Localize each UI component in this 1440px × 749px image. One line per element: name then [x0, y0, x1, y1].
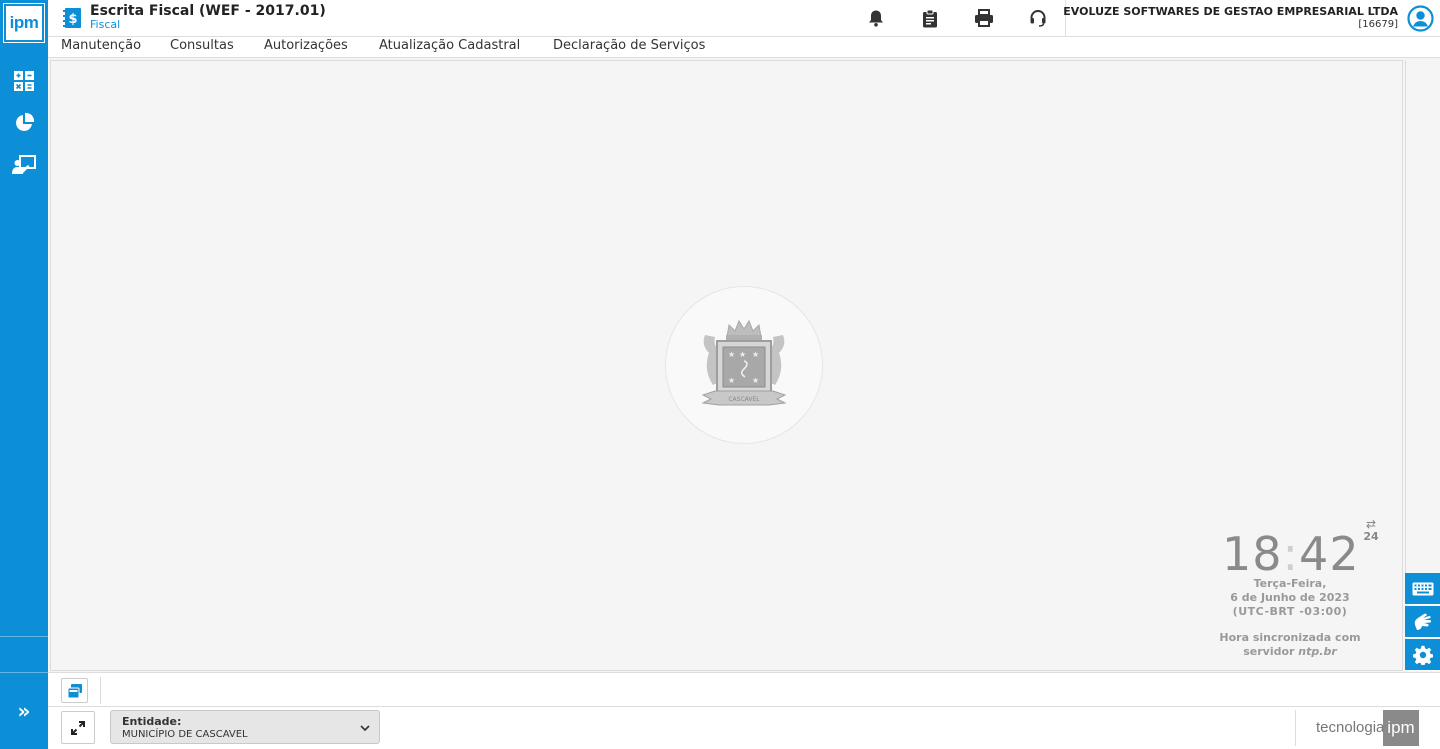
printer-icon[interactable] — [974, 8, 994, 28]
svg-text:$: $ — [68, 12, 77, 27]
clock-timezone: (UTC-BRT -03:00) — [1232, 605, 1348, 618]
pie-chart-icon[interactable] — [12, 111, 36, 135]
clock-sync-prefix: servidor — [1243, 645, 1299, 658]
brand-text: tecnologia — [1316, 719, 1385, 736]
swap-arrows-icon: ⇄ — [1365, 517, 1377, 531]
clock-format-label: 24 — [1363, 530, 1379, 543]
main-menu-bar: Manutenção Consultas Autorizações Atuali… — [48, 37, 1440, 58]
menu-item-autorizacoes[interactable]: Autorizações — [264, 38, 348, 53]
top-header: $ Escrita Fiscal (WEF - 2017.01) Fiscal … — [48, 0, 1440, 37]
company-code: [16679] — [1358, 19, 1398, 30]
brand-divider — [1295, 710, 1296, 746]
clock-sync-server: ntp.br — [1298, 645, 1337, 658]
expand-arrows-icon — [71, 720, 85, 735]
clock-sync-line2: servidor ntp.br — [1190, 645, 1390, 658]
fiscal-book-icon: $ — [62, 7, 82, 29]
menu-item-manutencao[interactable]: Manutenção — [61, 38, 141, 53]
clock-date: 6 de Junho de 2023 — [1230, 591, 1350, 604]
clock-day-of-week: Terça-Feira, — [1253, 577, 1327, 590]
entity-select[interactable]: Entidade: MUNICÍPIO DE CASCAVEL — [110, 710, 380, 744]
brand-logo-text: ipm — [1387, 718, 1415, 737]
clock-minutes: 42 — [1299, 527, 1360, 581]
clock-hours: 18 — [1222, 527, 1283, 581]
presentation-icon[interactable] — [12, 153, 36, 177]
clipboard-icon[interactable] — [920, 8, 940, 28]
logo-text: ipm — [9, 13, 39, 32]
svg-text:★: ★ — [739, 350, 746, 359]
entity-label: Entidade: — [122, 715, 182, 728]
double-chevron-right-icon: » — [17, 698, 31, 723]
keyboard-icon[interactable] — [1405, 573, 1440, 605]
bell-icon[interactable] — [866, 8, 886, 28]
svg-text:★: ★ — [752, 376, 759, 385]
clock-format-toggle[interactable]: ⇄ 24 — [1362, 518, 1380, 543]
tab-bar-divider — [100, 677, 101, 704]
municipal-coat-of-arms: ★ ★ ★ ★ ★ CASCAVEL — [665, 286, 823, 444]
app-module-name: Fiscal — [90, 18, 121, 31]
svg-text:★: ★ — [752, 350, 759, 359]
company-name: EVOLUZE SOFTWARES DE GESTAO EMPRESARIAL … — [1063, 5, 1398, 18]
gear-icon[interactable] — [1405, 639, 1440, 671]
calculator-icon[interactable] — [12, 69, 36, 93]
chevron-down-icon — [360, 725, 370, 732]
open-windows-bar — [48, 672, 1440, 707]
expand-sidebar-button[interactable]: » — [0, 672, 48, 749]
sidebar-divider — [0, 636, 48, 637]
menu-item-consultas[interactable]: Consultas — [170, 38, 234, 53]
windows-list-button[interactable] — [61, 678, 88, 703]
user-circle-icon[interactable] — [1407, 5, 1434, 32]
ipm-brand-logo: ipm — [1383, 710, 1419, 746]
left-sidebar: ipm » — [0, 0, 48, 749]
fullscreen-button[interactable] — [61, 711, 95, 744]
windows-stack-icon — [67, 683, 82, 698]
clock-time: 18:42 — [1222, 527, 1360, 581]
sign-language-icon[interactable] — [1405, 606, 1440, 638]
footer-bar: Entidade: MUNICÍPIO DE CASCAVEL tecnolog… — [48, 707, 1440, 749]
emblem-banner-text: CASCAVEL — [728, 396, 760, 403]
svg-text:★: ★ — [728, 376, 735, 385]
app-title: Escrita Fiscal (WEF - 2017.01) — [90, 3, 326, 19]
svg-text:★: ★ — [728, 350, 735, 359]
headset-icon[interactable] — [1028, 8, 1048, 28]
entity-value: MUNICÍPIO DE CASCAVEL — [122, 729, 248, 740]
menu-item-declaracao-de-servicos[interactable]: Declaração de Serviços — [553, 38, 705, 53]
ipm-logo[interactable]: ipm — [3, 3, 45, 43]
clock-colon: : — [1282, 527, 1300, 581]
menu-item-atualizacao-cadastral[interactable]: Atualização Cadastral — [379, 38, 520, 53]
clock-sync-line1: Hora sincronizada com — [1219, 631, 1361, 644]
